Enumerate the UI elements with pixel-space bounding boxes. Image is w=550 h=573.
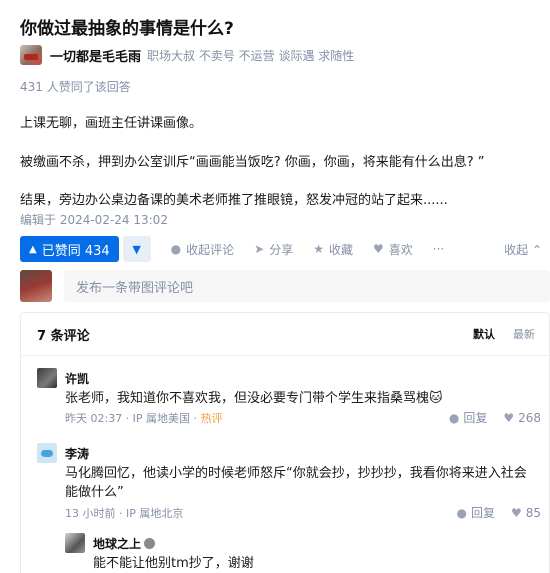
- triangle-down-icon: ▼: [132, 242, 141, 256]
- comments-panel: 7 条评论 默认 最新 许凯 张老师，我知道你不喜欢我，但没必要专门带个学生来指…: [20, 312, 550, 573]
- chevron-up-icon: ⌃: [531, 243, 542, 257]
- comment-text-body: 张老师，我知道你不喜欢我，但没必要专门带个学生来指桑骂槐: [65, 391, 430, 406]
- triangle-up-icon: ▲: [29, 243, 37, 255]
- avatar[interactable]: [37, 443, 57, 463]
- edit-time: 编辑于 2024-02-24 13:02: [20, 213, 168, 227]
- approve-count: 431 人赞同了该回答: [20, 80, 131, 94]
- heart-icon: ♥: [503, 410, 515, 425]
- comment-text: 马化腾回忆，他读小学的时候老师怒斥“你就会抄，抄抄抄，我看你将来进入社会能做什么…: [65, 466, 527, 500]
- reply-label: 回复: [463, 411, 488, 425]
- avatar[interactable]: [65, 533, 85, 553]
- collapse-button[interactable]: 收起 ⌃: [504, 241, 542, 258]
- sort-tabs: 默认 最新: [455, 326, 535, 342]
- downvote-button[interactable]: ▼: [122, 236, 151, 262]
- comment-meta: 13 小时前 · IP 属地北京: [65, 507, 184, 520]
- comment-compose: 发布一条带图评论吧: [20, 270, 550, 302]
- share-label: 分享: [269, 242, 294, 257]
- more-icon: ···: [432, 242, 445, 256]
- share-button[interactable]: ➤ 分享: [254, 241, 293, 258]
- commenter-name-text: 地球之上: [93, 537, 142, 551]
- author-row: 一切都是毛毛雨 职场大叔 不卖号 不运营 谈际遇 求随性: [20, 44, 354, 66]
- comment-like-button[interactable]: ♥ 85: [511, 506, 541, 520]
- author-name[interactable]: 一切都是毛毛雨: [50, 46, 141, 65]
- like-count: 85: [525, 505, 541, 520]
- paper-plane-icon: ➤: [254, 242, 265, 256]
- sort-latest-tab[interactable]: 最新: [513, 326, 535, 342]
- collapse-comments-button[interactable]: ● 收起评论: [171, 241, 235, 258]
- comment-bubble-icon: ●: [170, 242, 182, 256]
- cat-emoji-icon: 🐱: [429, 391, 443, 406]
- reply-button[interactable]: ● 回复: [449, 409, 488, 426]
- comment-like-button[interactable]: ♥ 268: [503, 411, 541, 425]
- comments-count: 7 条评论: [37, 329, 90, 344]
- cloud-icon: [41, 449, 53, 457]
- more-button[interactable]: ···: [433, 242, 444, 256]
- collapse-label: 收起: [504, 243, 529, 257]
- sort-default-tab[interactable]: 默认: [473, 326, 495, 342]
- answer-paragraph: 被缴画不杀，押到办公室训斥“画画能当饭吃? 你画，你画，将来能有什么出息? ”: [20, 155, 485, 170]
- divider: [21, 355, 549, 356]
- comment-actions: ● 回复 ♥ 268: [433, 409, 541, 426]
- favorite-label: 收藏: [329, 242, 354, 257]
- author-bio: 职场大叔 不卖号 不运营 谈际遇 求随性: [147, 48, 355, 63]
- star-icon: ★: [313, 242, 324, 256]
- collapse-comments-label: 收起评论: [186, 242, 235, 257]
- commenter-name[interactable]: 地球之上: [93, 535, 156, 552]
- answer-paragraph: 结果，旁边办公桌边备课的美术老师推了推眼镜，怒发冲冠的站了起来......: [20, 193, 448, 208]
- commenter-name[interactable]: 李涛: [65, 445, 89, 462]
- comment-actions: ● 回复 ♥ 85: [440, 504, 541, 521]
- upvote-button[interactable]: ▲ 已赞同 434: [20, 236, 119, 262]
- hot-badge: 热评: [200, 412, 223, 425]
- avatar: [20, 270, 52, 302]
- comment-text: 张老师，我知道你不喜欢我，但没必要专门带个学生来指桑骂槐🐱: [65, 389, 443, 408]
- avatar[interactable]: [37, 368, 57, 388]
- heart-icon: ♥: [510, 505, 522, 520]
- like-label: 喜欢: [388, 242, 413, 257]
- like-count: 268: [518, 410, 541, 425]
- reply-button[interactable]: ● 回复: [456, 504, 495, 521]
- question-title[interactable]: 你做过最抽象的事情是什么?: [20, 14, 234, 39]
- comment-meta: 昨天 02:37 · IP 属地美国 · 热评: [65, 410, 223, 426]
- heart-icon: ♥: [373, 242, 384, 256]
- comment-time-location: 昨天 02:37 · IP 属地美国 ·: [65, 412, 201, 425]
- comment-text: 能不能让他别tm抄了，谢谢: [93, 556, 254, 571]
- commenter-name[interactable]: 许凯: [65, 370, 89, 387]
- badge-icon: [144, 538, 156, 549]
- reply-label: 回复: [470, 506, 495, 520]
- like-button[interactable]: ♥ 喜欢: [373, 241, 413, 258]
- comment-bubble-icon: ●: [448, 410, 460, 425]
- upvote-label: 已赞同 434: [41, 243, 110, 259]
- author-avatar[interactable]: [20, 45, 42, 65]
- action-bar: ▲ 已赞同 434 ▼ ● 收起评论 ➤ 分享 ★ 收藏 ♥ 喜欢 ··· 收起…: [20, 236, 542, 262]
- favorite-button[interactable]: ★ 收藏: [313, 241, 353, 258]
- answer-paragraph: 上课无聊，画班主任讲课画像。: [20, 116, 203, 131]
- comment-input[interactable]: 发布一条带图评论吧: [64, 270, 550, 302]
- comment-bubble-icon: ●: [456, 505, 467, 520]
